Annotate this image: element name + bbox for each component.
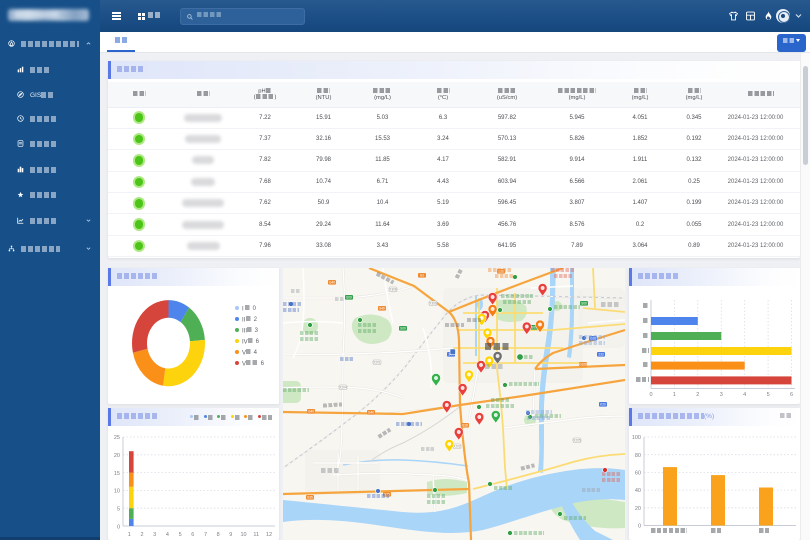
- svg-text:G40: G40: [329, 281, 335, 285]
- svg-text:15: 15: [114, 471, 120, 477]
- svg-text:20: 20: [114, 453, 120, 459]
- svg-text:X202: X202: [453, 445, 461, 449]
- svg-text:X201: X201: [373, 361, 381, 365]
- svg-text:G40: G40: [308, 410, 314, 414]
- svg-text:20: 20: [635, 506, 641, 512]
- svg-text:S09: S09: [346, 296, 352, 300]
- svg-text:6: 6: [191, 532, 194, 538]
- svg-text:X205: X205: [573, 439, 581, 443]
- svg-text:9: 9: [229, 532, 232, 538]
- svg-text:I: I: [242, 307, 244, 313]
- svg-text:3: 3: [720, 392, 723, 398]
- svg-text:2: 2: [696, 392, 699, 398]
- svg-text:S09: S09: [400, 327, 406, 331]
- svg-text:5: 5: [179, 532, 182, 538]
- svg-text:80: 80: [635, 453, 641, 459]
- svg-text:X306: X306: [429, 302, 437, 306]
- svg-text:0: 0: [117, 525, 120, 531]
- svg-text:S09: S09: [581, 302, 587, 306]
- svg-text:11: 11: [253, 532, 259, 538]
- svg-text:100: 100: [632, 435, 641, 441]
- svg-text:5: 5: [767, 392, 770, 398]
- svg-text:4: 4: [166, 532, 169, 538]
- svg-text:K20: K20: [600, 403, 606, 407]
- svg-text:3: 3: [153, 532, 156, 538]
- svg-text:5: 5: [117, 507, 120, 513]
- svg-text:1: 1: [673, 392, 676, 398]
- svg-text:6: 6: [790, 392, 793, 398]
- svg-text:G40: G40: [368, 411, 374, 415]
- svg-text:X204: X204: [339, 386, 347, 390]
- svg-text:S28: S28: [462, 424, 468, 428]
- svg-text:12: 12: [266, 532, 272, 538]
- svg-text:10: 10: [240, 532, 246, 538]
- svg-text:7: 7: [204, 532, 207, 538]
- svg-text:1: 1: [128, 532, 131, 538]
- svg-text:S49: S49: [379, 307, 385, 311]
- svg-text:G328: G328: [579, 363, 587, 367]
- svg-text:4: 4: [743, 392, 746, 398]
- svg-text:60: 60: [635, 471, 641, 477]
- svg-text:0: 0: [649, 392, 652, 398]
- svg-text:233: 233: [598, 353, 604, 357]
- svg-text:2: 2: [140, 532, 143, 538]
- svg-text:S35: S35: [307, 496, 313, 500]
- svg-text:40: 40: [635, 488, 641, 494]
- svg-text:25: 25: [114, 435, 120, 441]
- svg-text:0: 0: [638, 524, 641, 530]
- svg-text:G2: G2: [420, 274, 424, 278]
- svg-text:8: 8: [217, 532, 220, 538]
- svg-text:X306: X306: [389, 288, 397, 292]
- svg-text:10: 10: [114, 489, 120, 495]
- svg-text:IV: IV: [242, 340, 248, 346]
